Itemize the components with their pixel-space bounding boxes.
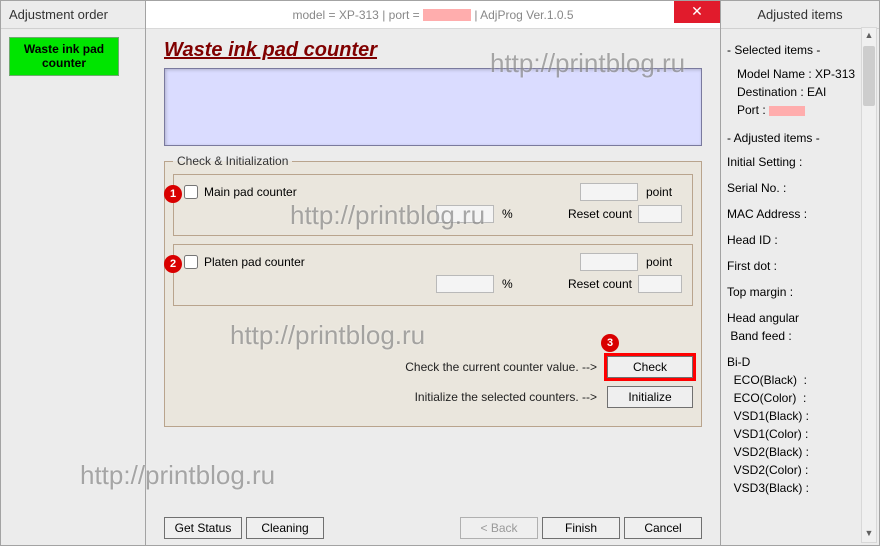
check-init-group: Check & Initialization 1 Main pad counte… [164,154,702,427]
main-pad-label: Main pad counter [204,185,297,199]
destination-line: Destination : EAI [727,83,873,101]
page-title: Waste ink pad counter [164,39,702,62]
scrollbar[interactable]: ▲ ▼ [861,27,877,543]
scroll-thumb[interactable] [863,46,875,106]
adjusted-item: Initial Setting : [727,153,873,171]
main-pad-point-field [580,183,638,201]
annotation-badge-3: 3 [601,334,619,352]
adjusted-items-body: - Selected items - Model Name : XP-313 D… [721,29,879,505]
bottom-button-bar: Get Status Cleaning < Back Finish Cancel [164,517,702,539]
adjustment-order-panel: Adjustment order Waste ink pad counter [0,0,146,546]
selected-items-header: - Selected items - [727,41,873,59]
group-legend: Check & Initialization [173,154,292,168]
platen-pad-checkbox[interactable] [184,255,198,269]
adjusted-item: First dot : [727,257,873,275]
reset-count-label: Reset count [568,207,632,221]
platen-pad-point-field [580,253,638,271]
adjusted-item: VSD2(Color) : [727,461,873,479]
main-pad-block: 1 Main pad counter point % Reset count [173,174,693,236]
adjusted-item: Serial No. : [727,179,873,197]
initialize-button[interactable]: Initialize [607,386,693,408]
scroll-down-icon[interactable]: ▼ [862,526,876,542]
adjusted-items-title: Adjusted items [721,1,879,29]
annotation-badge-2: 2 [164,255,182,273]
adjusted-item: Head ID : [727,231,873,249]
scroll-up-icon[interactable]: ▲ [862,28,876,44]
platen-pad-reset-field [638,275,682,293]
close-button[interactable]: ✕ [674,1,720,23]
adjusted-item: Head angular [727,309,873,327]
port-redacted-right [769,106,805,116]
main-pad-checkbox[interactable] [184,185,198,199]
model-name-line: Model Name : XP-313 [727,65,873,83]
adjusted-item: VSD2(Black) : [727,443,873,461]
adjusted-item: Bi-D [727,353,873,371]
adjusted-item: MAC Address : [727,205,873,223]
adjusted-item: ECO(Color) : [727,389,873,407]
adjustment-order-title: Adjustment order [1,1,145,29]
platen-pad-percent-field [436,275,494,293]
waste-ink-pad-counter-item[interactable]: Waste ink pad counter [9,37,119,76]
point-label: point [646,185,682,199]
adjusted-items-header: - Adjusted items - [727,129,873,147]
titlebar: model = XP-313 | port = | AdjProg Ver.1.… [146,1,720,29]
percent-label-2: % [502,277,538,291]
port-redacted [423,9,471,21]
platen-pad-block: 2 Platen pad counter point % Reset count [173,244,693,306]
percent-label: % [502,207,538,221]
cleaning-button[interactable]: Cleaning [246,517,324,539]
port-line: Port : [727,101,873,119]
log-listbox[interactable] [164,68,702,146]
finish-button[interactable]: Finish [542,517,620,539]
point-label-2: point [646,255,682,269]
adjusted-item: VSD1(Black) : [727,407,873,425]
adjusted-items-panel: Adjusted items - Selected items - Model … [720,0,880,546]
annotation-badge-1: 1 [164,185,182,203]
titlebar-text: model = XP-313 | port = | AdjProg Ver.1.… [292,8,573,22]
cancel-button[interactable]: Cancel [624,517,702,539]
adjusted-item: VSD3(Black) : [727,479,873,497]
adjusted-item: Top margin : [727,283,873,301]
initialize-hint: Initialize the selected counters. --> [415,390,597,404]
main-pad-percent-field [436,205,494,223]
platen-pad-label: Platen pad counter [204,255,305,269]
get-status-button[interactable]: Get Status [164,517,242,539]
adjusted-item: ECO(Black) : [727,371,873,389]
adjusted-item: VSD1(Color) : [727,425,873,443]
check-hint: Check the current counter value. --> [405,360,597,374]
back-button[interactable]: < Back [460,517,538,539]
check-button[interactable]: Check [607,356,693,378]
main-pad-reset-field [638,205,682,223]
main-window: model = XP-313 | port = | AdjProg Ver.1.… [146,0,720,546]
adjusted-item: Band feed : [727,327,873,345]
reset-count-label-2: Reset count [568,277,632,291]
